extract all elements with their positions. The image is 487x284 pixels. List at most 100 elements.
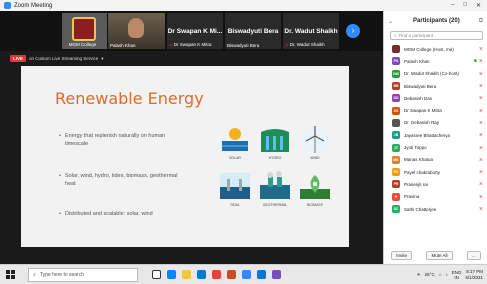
temperature[interactable]: 26°C	[425, 272, 435, 277]
zoom-app-icon	[4, 2, 11, 9]
mic-muted-icon: ⨯	[169, 42, 173, 47]
icon-label: SOLAR	[229, 156, 241, 160]
mic-muted-icon[interactable]: ⨯	[479, 181, 483, 187]
participant-name: Palash Khan	[404, 58, 430, 64]
powerpoint-icon[interactable]	[227, 270, 236, 279]
icon-label: GEOTHERMAL	[262, 203, 288, 207]
mic-muted-icon[interactable]: ⨯	[479, 83, 483, 89]
avatar: MK	[392, 155, 400, 164]
participant-row[interactable]: MK Manas Khatua ⨯	[384, 154, 487, 166]
mic-muted-icon[interactable]: ⨯	[479, 108, 483, 114]
participant-row[interactable]: DW Dr. Wadut Shaikh (Co-host) ⨯	[384, 68, 487, 80]
video-tile-biswadyuti[interactable]: Biswadyuti Bera Biswadyuti Bera	[225, 13, 281, 49]
participant-row[interactable]: PC Payel chakraborty ⨯	[384, 166, 487, 178]
mic-muted-icon[interactable]: ⨯	[479, 58, 483, 64]
date: 6/1/2021	[465, 274, 483, 280]
participant-name: Prasenjit rai	[404, 181, 428, 187]
search-placeholder: Find a participant	[398, 33, 434, 38]
mic-muted-icon[interactable]: ⨯	[479, 145, 483, 151]
mic-muted-icon[interactable]: ⨯	[479, 120, 483, 126]
mic-muted-icon[interactable]: ⨯	[479, 157, 483, 163]
taskbar-search-box[interactable]: ⌕ Type here to search	[28, 267, 138, 282]
maximize-button[interactable]: □	[463, 2, 467, 9]
mic-muted-icon[interactable]: ⨯	[479, 169, 483, 175]
mic-muted-icon[interactable]: ⨯	[479, 132, 483, 138]
bullet-text: Energy that replenish naturally on human…	[64, 133, 166, 147]
participant-name: Jyoti Toppo	[404, 145, 427, 151]
invite-button[interactable]: Invite	[391, 251, 412, 260]
live-stream-bar[interactable]: LIVE on Custom Live Streaming Service ▾	[10, 54, 104, 63]
participant-row[interactable]: PR Prasenjit rai ⨯	[384, 178, 487, 190]
participant-name: Pravina	[404, 194, 420, 200]
tile-name: Dr. Wadut Shaikh	[284, 28, 338, 35]
video-tile-mgm-college[interactable]: ⨯MGM College	[62, 13, 107, 49]
window-titlebar: Zoom Meeting – □ ✕	[0, 0, 487, 11]
participant-row[interactable]: DD Debasish Das ⨯	[384, 92, 487, 104]
slide-bullet: • Distributed and scalable: solar, wind	[59, 210, 189, 218]
avatar: SC	[392, 205, 400, 213]
participant-row[interactable]: MGM College (Host, me) ⨯	[384, 43, 487, 55]
weather-icon[interactable]: ☀	[417, 272, 421, 278]
video-tile-wadut[interactable]: Dr. Wadut Shaikh ⨯Dr. Wadut Shaikh	[283, 13, 339, 49]
participant-row[interactable]: JT Jyoti Toppo ⨯	[384, 141, 487, 153]
window-title: Zoom Meeting	[14, 2, 53, 9]
avatar: JB	[392, 131, 400, 140]
participant-name: Biswadyuti Bera	[404, 83, 437, 89]
mic-muted-icon[interactable]: ⨯	[479, 46, 483, 52]
store-icon[interactable]	[197, 270, 206, 279]
tile-caption: Palash Khan	[110, 43, 136, 48]
participant-row[interactable]: JB Jayasree Bhattacherya ⨯	[384, 129, 487, 141]
tile-name: Biswadyuti Bera	[227, 28, 279, 35]
participant-name: Dr. Debasish Ray	[404, 120, 440, 126]
participant-row[interactable]: P Pravina ⨯	[384, 191, 487, 203]
avatar: BB	[392, 82, 400, 91]
file-explorer-icon[interactable]	[182, 270, 191, 279]
avatar: DW	[392, 69, 400, 78]
video-tile-palash-khan[interactable]: Palash Khan	[108, 13, 165, 49]
network-icon[interactable]: ⌂	[439, 272, 442, 277]
mic-muted-icon[interactable]: ⨯	[479, 206, 483, 212]
participants-footer: Invite Mute All ...	[384, 251, 487, 260]
participants-title: Participants (20)	[413, 18, 460, 24]
avatar: DD	[392, 94, 400, 103]
participant-row[interactable]: Dr. Debasish Ray ⨯	[384, 117, 487, 129]
mic-muted-icon[interactable]: ⨯	[479, 71, 483, 77]
more-options-button[interactable]: ...	[466, 251, 481, 260]
close-button[interactable]: ✕	[476, 2, 481, 9]
bullet-text: Solar, wind, hydro, tides, biomass, geot…	[64, 173, 178, 187]
biomass-icon: BIOMASS	[298, 171, 332, 207]
tile-caption: MGM College	[68, 42, 97, 47]
app-icon[interactable]	[272, 270, 281, 279]
participant-search-input[interactable]: ⌕ Find a participant	[390, 31, 483, 40]
clock[interactable]: 8:17 PM 6/1/2021	[465, 269, 483, 281]
participant-name: Debasish Das	[404, 95, 433, 101]
energy-icons-grid: SOLAR HYDRO WIND TIDAL GEOTHERMAL BIOMAS…	[216, 116, 336, 246]
windows-start-icon[interactable]	[6, 270, 20, 279]
region[interactable]: IN	[454, 275, 459, 280]
collapse-chevron-icon[interactable]: ⌄	[388, 18, 393, 25]
next-page-arrow-icon[interactable]: ›	[346, 24, 360, 38]
mail-icon[interactable]	[257, 270, 266, 279]
mic-muted-icon[interactable]: ⨯	[479, 194, 483, 200]
mute-all-button[interactable]: Mute All	[426, 251, 453, 260]
participant-name: Sathi Chatterjee	[404, 206, 437, 212]
task-view-icon[interactable]	[152, 270, 161, 279]
participant-row[interactable]: DS Dr Swapan K Mitra ⨯	[384, 104, 487, 116]
video-tile-swapan[interactable]: Dr Swapan K Mi... ⨯Dr Swapan K Mitra	[167, 13, 223, 49]
participant-name: Payel chakraborty	[404, 169, 441, 175]
volume-icon[interactable]: ♪	[445, 272, 447, 277]
participant-row[interactable]: PK Palash Khan ■ ⨯	[384, 55, 487, 67]
edge-icon[interactable]	[167, 270, 176, 279]
mic-muted-icon[interactable]: ⨯	[479, 95, 483, 101]
popout-icon[interactable]: ⧉	[479, 18, 483, 25]
participant-row[interactable]: BB Biswadyuti Bera ⨯	[384, 80, 487, 92]
participant-row[interactable]: SC Sathi Chatterjee ⨯	[384, 203, 487, 215]
chrome-icon[interactable]	[212, 270, 221, 279]
zoom-taskbar-icon[interactable]	[242, 270, 251, 279]
solar-icon: SOLAR	[218, 124, 252, 160]
avatar: PK	[392, 57, 400, 66]
live-badge: LIVE	[10, 55, 27, 62]
live-stream-text: on Custom Live Streaming Service	[29, 56, 99, 61]
minimize-button[interactable]: –	[451, 2, 454, 9]
pinned-apps	[152, 270, 281, 279]
